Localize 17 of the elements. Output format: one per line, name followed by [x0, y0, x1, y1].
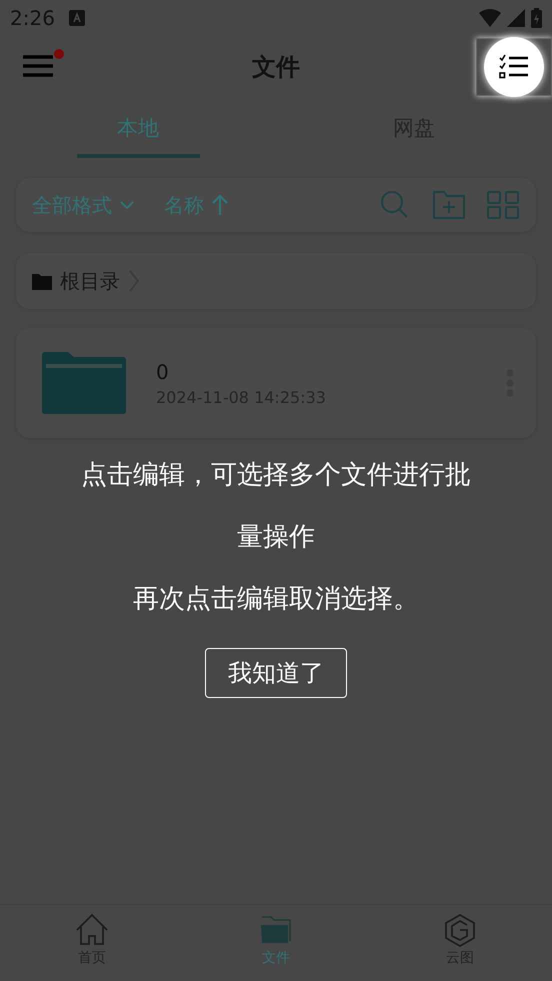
home-icon [75, 913, 109, 947]
guide-text: 再次点击编辑取消选择。 [132, 583, 420, 616]
hexagon-logo-icon [443, 913, 477, 947]
wifi-icon [479, 9, 501, 27]
folder-icon [32, 272, 52, 290]
keyboard-icon [68, 10, 85, 26]
folder-icon [42, 352, 126, 414]
file-name: 0 [156, 360, 170, 384]
chevron-down-icon [120, 200, 134, 210]
checklist-icon [499, 54, 529, 80]
guide-text: 点击编辑，可选择多个文件进行批量操作 [80, 459, 472, 554]
arrow-up-icon [212, 194, 228, 216]
battery-icon [531, 8, 542, 28]
edit-button[interactable] [484, 37, 544, 97]
menu-button[interactable] [20, 54, 56, 80]
got-it-button[interactable]: 我知道了 [205, 648, 347, 698]
signal-icon [507, 9, 525, 27]
